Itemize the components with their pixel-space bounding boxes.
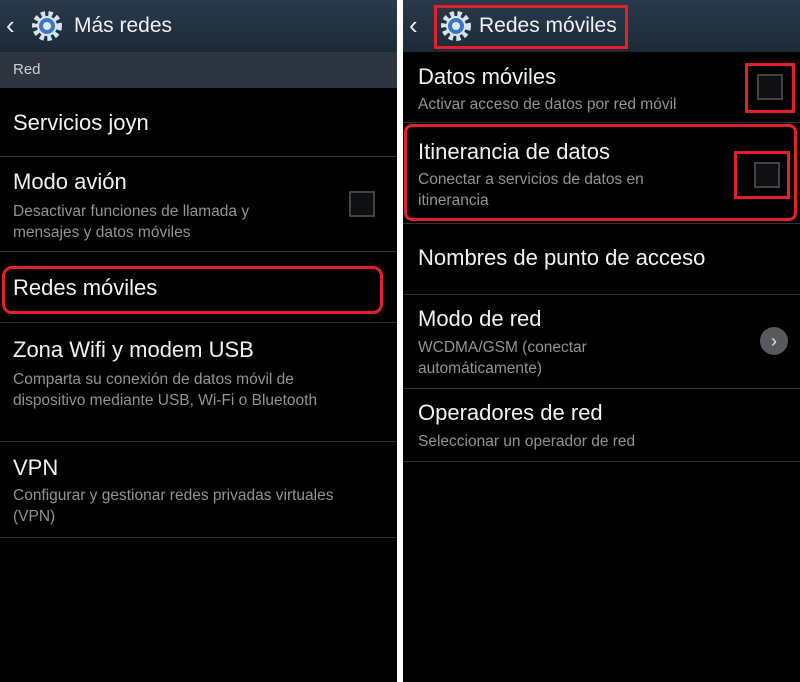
list-item-zona-wifi[interactable]: Zona Wifi y modem USB Comparta su conexi… — [0, 323, 397, 442]
highlight-datos-checkbox — [745, 63, 795, 113]
item-title: Zona Wifi y modem USB — [13, 337, 254, 362]
item-summary: Activar acceso de datos por red móvil — [418, 96, 677, 113]
item-title: Servicios joyn — [13, 110, 149, 135]
action-bar: ‹ Más redes — [0, 0, 397, 52]
item-summary: Seleccionar un operador de red — [418, 433, 636, 450]
list-item-modo-red[interactable]: Modo de red WCDMA/GSM (conectar automáti… — [403, 295, 800, 389]
item-summary: Configurar y gestionar redes privadas vi… — [13, 487, 334, 525]
gear-icon — [32, 11, 62, 41]
list-item-operadores[interactable]: Operadores de red Seleccionar un operado… — [403, 389, 800, 462]
list-item-vpn[interactable]: VPN Configurar y gestionar redes privada… — [0, 442, 397, 538]
list-item-modo-avion[interactable]: Modo avión Desactivar funciones de llama… — [0, 157, 397, 252]
list-item-servicios-joyn[interactable]: Servicios joyn — [0, 88, 397, 157]
list-item-puntos-acceso[interactable]: Nombres de punto de acceso — [403, 224, 800, 295]
item-title: Modo avión — [13, 169, 127, 194]
highlight-itinerancia-checkbox — [734, 151, 790, 199]
item-summary: WCDMA/GSM (conectar automáticamente) — [418, 339, 587, 377]
screen-redes-moviles: ‹ Redes móviles Datos móviles Activar ac… — [403, 0, 800, 682]
item-title: Datos móviles — [418, 64, 557, 89]
screen-mas-redes: ‹ Más redes Red Servicios joyn Modo avió… — [0, 0, 397, 682]
back-icon[interactable]: ‹ — [6, 11, 15, 39]
back-icon[interactable]: ‹ — [409, 11, 418, 39]
list-item-datos-moviles[interactable]: Datos móviles Activar acceso de datos po… — [403, 52, 800, 123]
modo-avion-checkbox[interactable] — [349, 191, 375, 217]
item-title: Operadores de red — [418, 400, 603, 425]
item-summary: Comparta su conexión de datos móvil de d… — [13, 371, 318, 409]
screen-title: Más redes — [74, 14, 173, 37]
item-title: VPN — [13, 455, 59, 480]
section-header-label: Red — [13, 61, 41, 78]
chevron-right-icon[interactable]: › — [760, 327, 788, 355]
section-header: Red — [0, 52, 397, 88]
item-title: Modo de red — [418, 306, 542, 331]
highlight-redes-moviles — [2, 266, 383, 314]
item-summary: Desactivar funciones de llamada y mensaj… — [13, 203, 250, 241]
item-title: Nombres de punto de acceso — [418, 245, 706, 270]
highlight-title — [434, 5, 628, 49]
